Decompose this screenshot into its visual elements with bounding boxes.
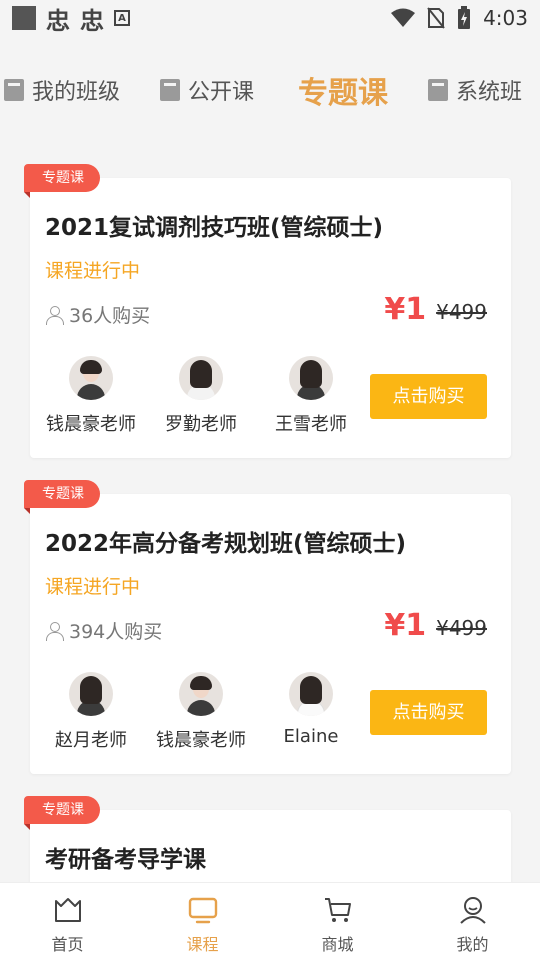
teacher-name: 钱晨豪老师 <box>46 414 136 435</box>
app-notification-icon: 忠 <box>46 6 70 35</box>
price: ¥1 ¥499 <box>384 292 487 327</box>
tab-topic-course[interactable]: 专题课 <box>298 68 388 112</box>
buy-button[interactable]: 点击购买 <box>370 374 487 419</box>
avatar <box>69 356 113 400</box>
tab-open-course[interactable]: 公开课 <box>160 74 254 106</box>
teacher-item[interactable]: 罗勤老师 <box>146 356 256 436</box>
course-title: 2022年高分备考规划班(管综硕士) <box>45 531 407 557</box>
tab-system-class[interactable]: 系统班 <box>428 74 522 106</box>
book-icon <box>160 79 180 101</box>
course-tag: 专题课 <box>24 164 100 192</box>
teacher-item[interactable]: Elaine <box>256 672 366 752</box>
avatar <box>179 672 223 716</box>
teacher-list: 钱晨豪老师 罗勤老师 王雪老师 <box>36 356 366 436</box>
avatar <box>289 356 333 400</box>
cart-icon <box>324 898 351 922</box>
nav-label: 商城 <box>321 935 354 954</box>
course-title: 考研备考导学课 <box>45 847 206 873</box>
avatar <box>179 356 223 400</box>
tab-label: 系统班 <box>456 80 523 105</box>
profile-icon <box>459 897 486 924</box>
nav-label: 我的 <box>456 935 489 954</box>
course-status: 课程进行中 <box>45 260 141 282</box>
buyer-count: 36人购买 <box>45 301 150 328</box>
a-icon: A <box>114 10 130 26</box>
book-icon <box>428 79 448 101</box>
course-list: 专题课 2021复试调剂技巧班(管综硕士) 课程进行中 36人购买 ¥1 ¥49… <box>0 140 540 882</box>
home-icon <box>54 898 81 922</box>
course-card[interactable]: 专题课 考研备考导学课 <box>24 796 511 882</box>
tab-label: 我的班级 <box>32 80 121 105</box>
teacher-name: 钱晨豪老师 <box>156 730 246 751</box>
teacher-name: 罗勤老师 <box>165 414 237 435</box>
course-title: 2021复试调剂技巧班(管综硕士) <box>45 215 384 241</box>
avatar <box>289 672 333 716</box>
tab-label: 专题课 <box>298 76 388 111</box>
original-price: ¥499 <box>436 616 487 640</box>
user-icon <box>45 305 64 325</box>
bottom-nav: 首页 课程 商城 我的 <box>0 882 540 960</box>
app-notification-icon: 忠 <box>80 6 104 35</box>
nav-course[interactable]: 课程 <box>135 883 270 960</box>
current-price: ¥1 <box>384 608 427 643</box>
course-category-tabs: 我的班级 公开课 专题课 系统班 <box>0 36 540 140</box>
course-card[interactable]: 专题课 2022年高分备考规划班(管综硕士) 课程进行中 394人购买 ¥1 ¥… <box>24 480 511 774</box>
notification-square-icon <box>12 6 36 30</box>
buyer-count: 394人购买 <box>45 617 162 644</box>
buyer-count-text: 394人购买 <box>69 621 163 643</box>
course-tag: 专题课 <box>24 796 100 824</box>
tv-icon <box>188 897 217 924</box>
current-price: ¥1 <box>384 292 427 327</box>
user-icon <box>45 621 64 641</box>
nav-home[interactable]: 首页 <box>0 883 135 960</box>
tab-my-class[interactable]: 我的班级 <box>4 74 120 106</box>
clock: 4:03 <box>483 6 528 30</box>
original-price: ¥499 <box>436 300 487 324</box>
teacher-item[interactable]: 赵月老师 <box>36 672 146 752</box>
course-tag: 专题课 <box>24 480 100 508</box>
price: ¥1 ¥499 <box>384 608 487 643</box>
teacher-item[interactable]: 钱晨豪老师 <box>146 672 256 752</box>
no-sim-icon <box>427 7 445 29</box>
teacher-list: 赵月老师 钱晨豪老师 Elaine <box>36 672 366 752</box>
teacher-name: 王雪老师 <box>275 414 347 435</box>
teacher-name: Elaine <box>283 726 339 747</box>
wifi-icon <box>391 8 416 27</box>
battery-charging-icon <box>458 6 471 29</box>
nav-label: 课程 <box>186 935 219 954</box>
course-card[interactable]: 专题课 2021复试调剂技巧班(管综硕士) 课程进行中 36人购买 ¥1 ¥49… <box>24 164 511 458</box>
buyer-count-text: 36人购买 <box>69 305 151 327</box>
avatar <box>69 672 113 716</box>
nav-label: 首页 <box>51 935 84 954</box>
nav-mall[interactable]: 商城 <box>270 883 405 960</box>
course-status: 课程进行中 <box>45 576 141 598</box>
nav-profile[interactable]: 我的 <box>405 883 540 960</box>
buy-button[interactable]: 点击购买 <box>370 690 487 735</box>
tab-label: 公开课 <box>188 80 255 105</box>
teacher-name: 赵月老师 <box>55 730 127 751</box>
teacher-item[interactable]: 王雪老师 <box>256 356 366 436</box>
status-bar: 忠 忠 A 4:03 <box>0 0 540 36</box>
book-icon <box>4 79 24 101</box>
teacher-item[interactable]: 钱晨豪老师 <box>36 356 146 436</box>
